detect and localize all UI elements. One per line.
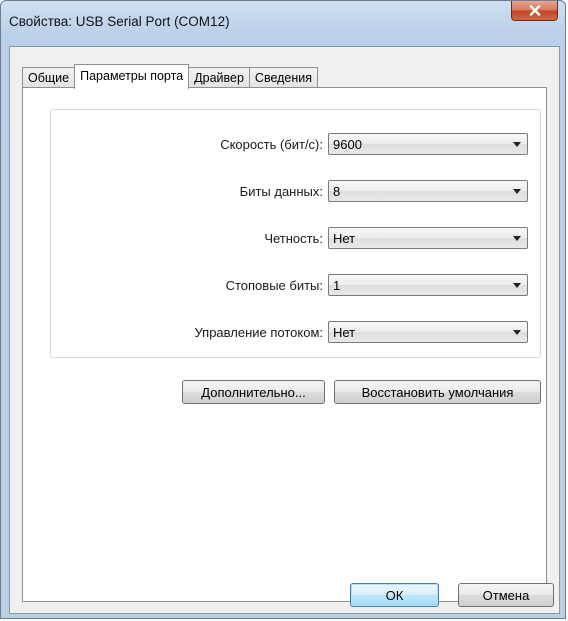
tab-label: Драйвер	[194, 71, 244, 85]
baud-rate-label: Скорость (бит/с):	[220, 137, 323, 152]
chevron-down-icon	[513, 236, 521, 241]
data-bits-row: Биты данных: 8	[51, 180, 542, 204]
parity-label: Четность:	[264, 231, 323, 246]
flow-control-value: Нет	[333, 325, 356, 340]
baud-rate-row: Скорость (бит/с): 9600	[51, 133, 542, 157]
cancel-button[interactable]: Отмена	[458, 583, 554, 607]
baud-rate-value: 9600	[333, 137, 362, 152]
tab-label: Параметры порта	[80, 68, 184, 83]
parity-value: Нет	[333, 231, 356, 246]
restore-defaults-button[interactable]: Восстановить умолчания	[334, 380, 541, 404]
baud-rate-select[interactable]: 9600	[328, 133, 528, 155]
stop-bits-row: Стоповые биты: 1	[51, 274, 542, 298]
stop-bits-select[interactable]: 1	[328, 274, 528, 296]
stop-bits-value: 1	[333, 278, 341, 293]
flow-control-row: Управление потоком: Нет	[51, 321, 542, 345]
advanced-button[interactable]: Дополнительно...	[182, 380, 325, 404]
tab-port-settings[interactable]: Параметры порта	[74, 64, 190, 89]
tab-strip: Общие Параметры порта Драйвер Сведения	[22, 64, 319, 89]
tab-label: Общие	[28, 71, 70, 85]
data-bits-select[interactable]: 8	[328, 180, 528, 202]
tab-general[interactable]: Общие	[22, 67, 76, 88]
tab-driver[interactable]: Драйвер	[188, 67, 250, 88]
tab-label: Сведения	[254, 71, 313, 85]
close-button[interactable]	[511, 1, 558, 21]
flow-control-select[interactable]: Нет	[328, 321, 528, 343]
data-bits-label: Биты данных:	[239, 184, 323, 199]
parity-row: Четность: Нет	[51, 227, 542, 251]
port-settings-panel: Скорость (бит/с): 9600 Биты данных: 8 Че…	[22, 87, 547, 602]
window-title: Свойства: USB Serial Port (COM12)	[9, 14, 230, 29]
data-bits-value: 8	[333, 184, 341, 199]
chevron-down-icon	[513, 189, 521, 194]
flow-control-label: Управление потоком:	[194, 325, 323, 340]
chevron-down-icon	[513, 283, 521, 288]
tab-details[interactable]: Сведения	[248, 67, 319, 88]
properties-dialog: Свойства: USB Serial Port (COM12) Общие …	[0, 0, 566, 619]
dialog-content: Общие Параметры порта Драйвер Сведения С…	[9, 46, 560, 614]
stop-bits-label: Стоповые биты:	[225, 278, 323, 293]
chevron-down-icon	[513, 142, 521, 147]
chevron-down-icon	[513, 330, 521, 335]
close-icon	[529, 5, 540, 16]
parity-select[interactable]: Нет	[328, 227, 528, 249]
port-settings-group: Скорость (бит/с): 9600 Биты данных: 8 Че…	[50, 109, 541, 358]
ok-button[interactable]: ОК	[350, 583, 439, 607]
